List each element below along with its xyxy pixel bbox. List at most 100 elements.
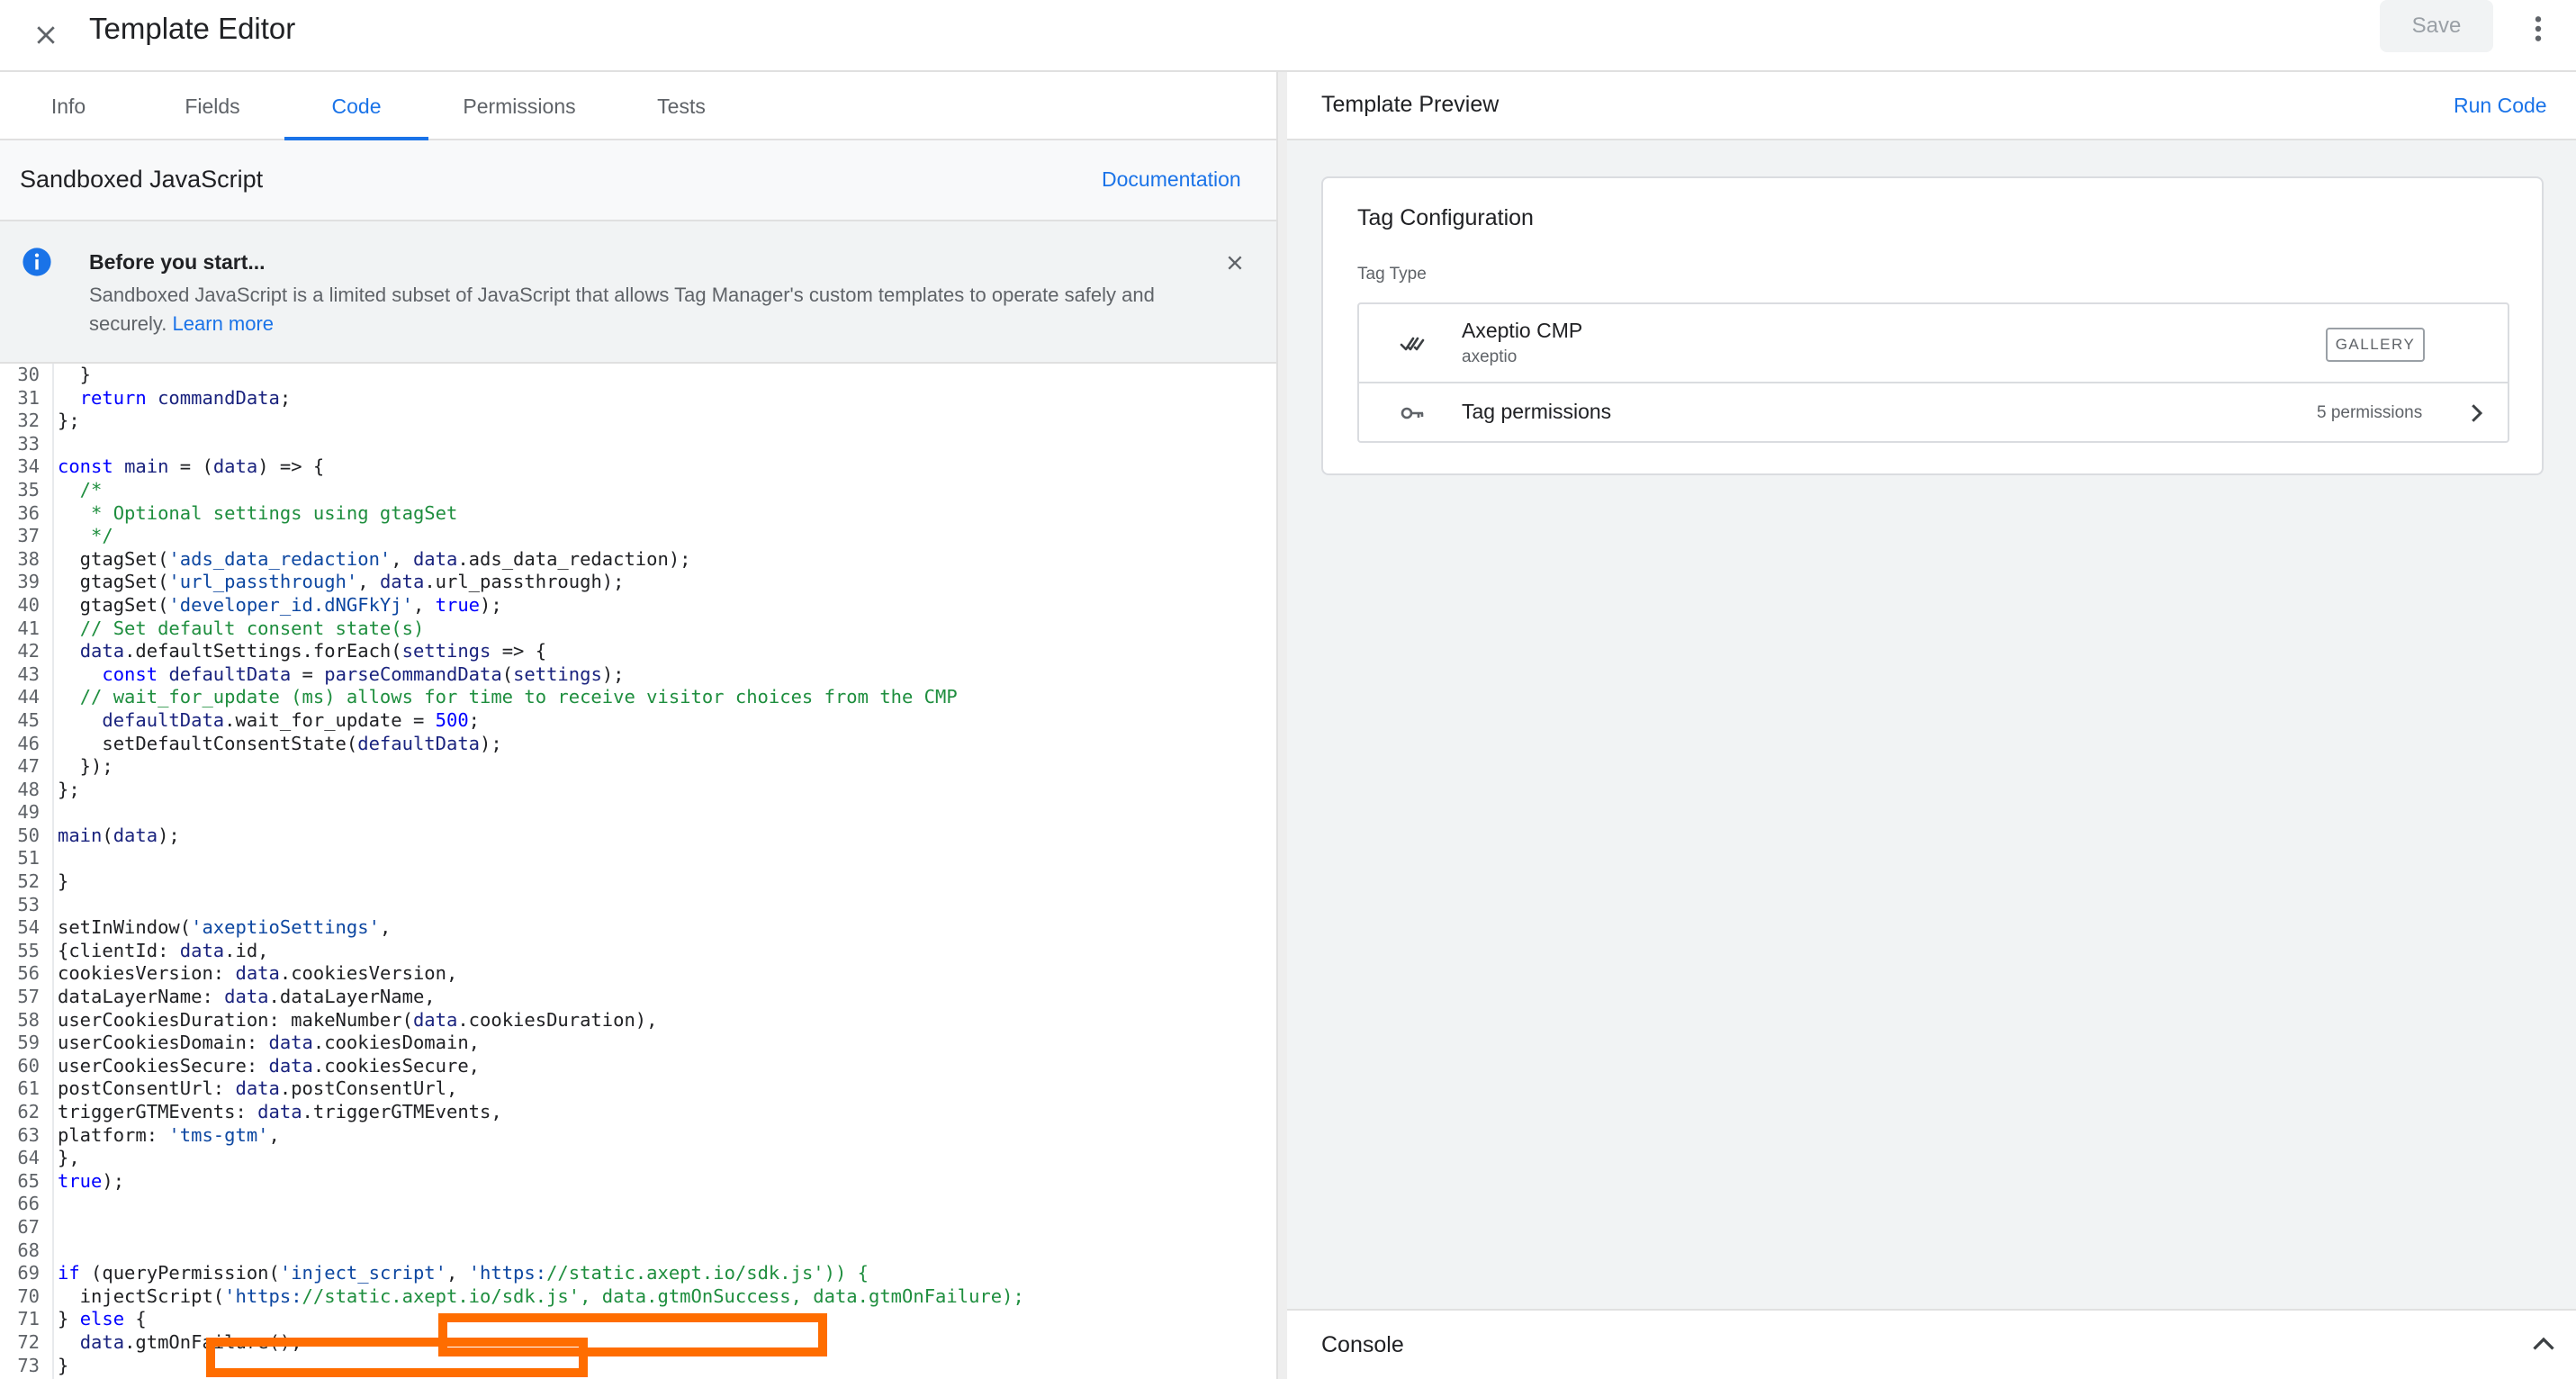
save-button[interactable]: Save [2380, 0, 2493, 52]
tab-code[interactable]: Code [284, 72, 428, 140]
preview-title: Template Preview [1321, 92, 1500, 117]
console-title: Console [1321, 1332, 1404, 1357]
tag-type-row[interactable]: Axeptio CMP axeptio GALLERY [1359, 304, 2508, 383]
line-number: 62 [17, 1101, 40, 1122]
code-line: 61 postConsentUrl: data.postConsentUrl, [0, 1077, 1024, 1101]
code-line: 34 const main = (data) => { [0, 455, 1024, 479]
line-code: gtagSet('url_passthrough', data.url_pass… [58, 571, 625, 593]
line-code: main(data); [58, 824, 180, 846]
close-icon [1228, 256, 1242, 270]
editor-pane: Info Fields Code Permissions Tests Sandb… [0, 72, 1276, 1379]
key-icon [1401, 407, 1424, 419]
code-line: 45 defaultData.wait_for_update = 500; [0, 709, 1024, 733]
learn-more-link[interactable]: Learn more [173, 312, 275, 335]
banner-body: Sandboxed JavaScript is a limited subset… [89, 281, 1196, 338]
close-button[interactable] [20, 9, 72, 61]
line-number: 57 [17, 986, 40, 1008]
pane-splitter[interactable] [1276, 72, 1287, 1379]
console-panel[interactable]: Console [1287, 1309, 2576, 1379]
line-code: } [58, 870, 69, 893]
code-line: 50 main(data); [0, 825, 1024, 848]
code-line: 37 */ [0, 525, 1024, 548]
code-line: 62 triggerGTMEvents: data.triggerGTMEvent… [0, 1101, 1024, 1124]
code-line: 69 if (queryPermission('inject_script', '… [0, 1262, 1024, 1285]
tab-fields[interactable]: Fields [144, 72, 281, 140]
documentation-link[interactable]: Documentation [1102, 167, 1241, 192]
tag-permissions-label: Tag permissions [1462, 400, 1612, 423]
code-line: 52} [0, 870, 1024, 894]
line-code: cookiesVersion: data.cookiesVersion, [58, 962, 458, 985]
line-number: 65 [17, 1169, 40, 1192]
code-line: 47 }); [0, 755, 1024, 779]
tab-permissions[interactable]: Permissions [443, 72, 596, 140]
line-number: 63 [17, 1123, 40, 1146]
code-line: 53 [0, 894, 1024, 917]
code-line: 39 gtagSet('url_passthrough', data.url_p… [0, 571, 1024, 594]
line-number: 73 [17, 1354, 40, 1376]
line-code: } [58, 1354, 69, 1376]
permissions-count: 5 permissions [2317, 403, 2423, 422]
tag-name: Axeptio CMP [1462, 319, 1583, 342]
section-title: Sandboxed JavaScript [20, 166, 264, 193]
line-number: 58 [17, 1008, 40, 1031]
code-line: 63 platform: 'tms-gtm', [0, 1124, 1024, 1148]
code-line: 51 [0, 847, 1024, 870]
line-code: gtagSet('ads_data_redaction', data.ads_d… [58, 547, 691, 570]
line-code: {clientId: data.id, [58, 939, 269, 961]
line-number: 60 [17, 1054, 40, 1077]
run-code-button[interactable]: Run Code [2454, 94, 2547, 118]
line-code: // Set default consent state(s) [79, 617, 425, 639]
line-code: */ [58, 525, 113, 547]
line-code: }; [58, 410, 80, 432]
line-number: 43 [17, 662, 40, 685]
code-line: 42 data.defaultSettings.forEach(settings… [0, 640, 1024, 663]
line-code: postConsentUrl: data.postConsentUrl, [58, 1077, 458, 1100]
more-options-button[interactable] [2517, 7, 2560, 50]
line-number: 48 [17, 778, 40, 800]
section-header: Sandboxed JavaScript Documentation [0, 140, 1276, 221]
code-lines: 30 } 31 return commandData; 32}; 33 34 const … [0, 364, 1024, 1377]
line-number: 61 [17, 1077, 40, 1100]
code-line: 64}, [0, 1147, 1024, 1170]
line-number: 56 [17, 962, 40, 985]
preview-header: Template Preview Run Code [1287, 72, 2576, 140]
line-number: 47 [17, 755, 40, 778]
code-line: 46 setDefaultConsentState(defaultData); [0, 733, 1024, 756]
line-code: * Optional settings using gtagSet [58, 501, 458, 524]
line-code: }; [58, 778, 80, 800]
line-code: userCookiesDuration: makeNumber(data.coo… [58, 1008, 658, 1031]
line-code: if (queryPermission('inject_script', 'ht… [58, 1262, 869, 1284]
line-number: 42 [17, 640, 40, 662]
line-number: 34 [17, 455, 40, 478]
line-number: 40 [17, 593, 40, 616]
code-line: 49 [0, 801, 1024, 825]
line-number: 52 [17, 870, 40, 893]
preview-pane: Template Preview Run Code Tag Configurat… [1287, 72, 2576, 1379]
tab-tests[interactable]: Tests [614, 72, 749, 140]
line-code: triggerGTMEvents: data.triggerGTMEvents, [58, 1101, 502, 1122]
line-code: defaultData.wait_for_update = 500; [102, 708, 481, 731]
code-line: 35 /* [0, 479, 1024, 502]
page-title: Template Editor [89, 12, 296, 45]
code-editor[interactable]: 30 } 31 return commandData; 32}; 33 34 const … [0, 364, 1276, 1379]
card-title: Tag Configuration [1357, 205, 1534, 230]
axeptio-logo-icon [1400, 337, 1425, 351]
banner-close-button[interactable] [1220, 248, 1249, 277]
close-icon [37, 26, 55, 44]
tab-info[interactable]: Info [0, 72, 137, 140]
chevron-up-icon[interactable] [2527, 1329, 2560, 1361]
line-code: }); [58, 755, 113, 778]
line-number: 55 [17, 939, 40, 961]
line-number: 51 [17, 847, 40, 870]
line-code: setInWindow('axeptioSettings', [58, 916, 392, 939]
code-line: 59 userCookiesDomain: data.cookiesDomain, [0, 1032, 1024, 1055]
template-editor-app: Template Editor Save Info Fields Code Pe… [0, 0, 2576, 1379]
code-line: 65 true); [0, 1170, 1024, 1194]
more-vert-icon [2535, 16, 2542, 41]
line-code: true); [58, 1169, 125, 1192]
tag-permissions-row[interactable]: Tag permissions 5 permissions [1359, 383, 2508, 441]
code-line: 31 return commandData; [0, 387, 1024, 410]
